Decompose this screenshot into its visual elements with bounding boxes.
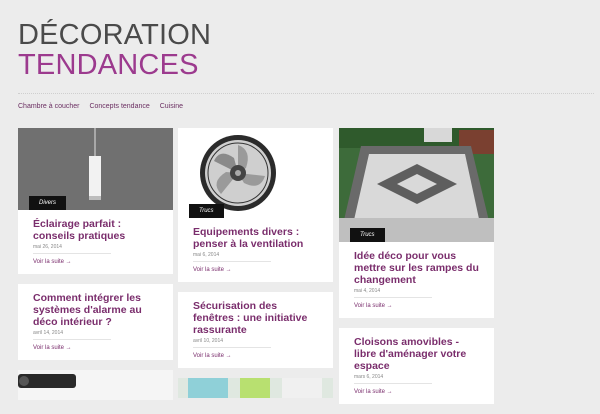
read-more-link[interactable]: Voir la suite → — [354, 389, 479, 395]
post-card: Sécurisation des fenêtres : une initiati… — [178, 292, 333, 368]
category-tag[interactable]: Trucs — [350, 228, 385, 242]
post-thumbnail[interactable]: Trucs — [339, 128, 494, 242]
post-date: mai 6, 2014 — [193, 252, 271, 262]
post-column-2: Trucs Equipements divers : penser à la v… — [178, 128, 333, 408]
post-title[interactable]: Cloisons amovibles - libre d'aménager vo… — [354, 336, 479, 372]
post-card — [18, 370, 173, 400]
post-date: mai 26, 2014 — [33, 244, 111, 254]
logo-line-2: TENDANCES — [18, 49, 199, 81]
post-card: Trucs Equipements divers : penser à la v… — [178, 128, 333, 282]
security-camera-image — [18, 370, 173, 400]
read-more-link[interactable]: Voir la suite → — [193, 267, 318, 273]
read-more-link[interactable]: Voir la suite → — [354, 303, 479, 309]
post-card: Comment intégrer les systèmes d'alarme a… — [18, 284, 173, 360]
post-card: Cloisons amovibles - libre d'aménager vo… — [339, 328, 494, 404]
post-date: mars 6, 2014 — [354, 374, 432, 384]
category-tag[interactable]: Trucs — [189, 204, 224, 218]
partition-image — [178, 378, 333, 398]
read-more-link[interactable]: Voir la suite → — [33, 345, 158, 351]
read-more-link[interactable]: Voir la suite → — [33, 259, 158, 265]
main-nav: Chambre à coucher Concepts tendance Cuis… — [18, 103, 191, 110]
logo-line-1: DÉCORATION — [18, 19, 212, 51]
post-title[interactable]: Comment intégrer les systèmes d'alarme a… — [33, 292, 158, 328]
post-date: avril 14, 2014 — [33, 330, 111, 340]
nav-item-cuisine[interactable]: Cuisine — [160, 103, 183, 110]
post-date: mai 4, 2014 — [354, 288, 432, 298]
nav-item-concepts[interactable]: Concepts tendance — [89, 103, 149, 110]
post-column-3: Trucs Idée déco pour vous mettre sur les… — [339, 128, 494, 414]
post-thumbnail[interactable] — [18, 370, 173, 400]
post-date: avril 10, 2014 — [193, 338, 271, 348]
post-title[interactable]: Éclairage parfait : conseils pratiques — [33, 218, 158, 242]
post-thumbnail[interactable] — [178, 378, 333, 398]
tiled-floor-image — [339, 128, 494, 242]
nav-item-chambre[interactable]: Chambre à coucher — [18, 103, 79, 110]
post-card: Trucs Idée déco pour vous mettre sur les… — [339, 128, 494, 318]
post-thumbnail[interactable]: Trucs — [178, 128, 333, 218]
read-more-link[interactable]: Voir la suite → — [193, 353, 318, 359]
post-column-1: Divers Éclairage parfait : conseils prat… — [18, 128, 173, 410]
post-title[interactable]: Sécurisation des fenêtres : une initiati… — [193, 300, 318, 336]
post-title[interactable]: Equipements divers : penser à la ventila… — [193, 226, 318, 250]
post-card: Divers Éclairage parfait : conseils prat… — [18, 128, 173, 274]
post-thumbnail[interactable]: Divers — [18, 128, 173, 210]
header-divider — [18, 93, 594, 94]
category-tag[interactable]: Divers — [29, 196, 67, 210]
post-title[interactable]: Idée déco pour vous mettre sur les rampe… — [354, 250, 479, 286]
site-logo[interactable]: DÉCORATION TENDANCES — [18, 20, 211, 80]
post-card — [178, 378, 333, 398]
